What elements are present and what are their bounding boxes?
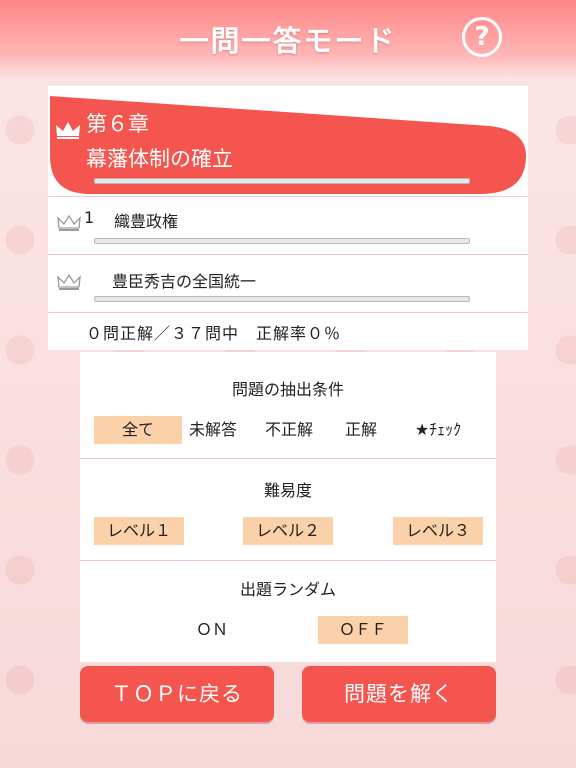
- random-off-button[interactable]: ＯＦＦ: [318, 616, 408, 644]
- filter-heading: 問題の抽出条件: [231, 380, 344, 399]
- chapter-progress-bar: [94, 178, 470, 184]
- filter-incorrect[interactable]: 不正解: [258, 416, 320, 444]
- divider: [48, 254, 528, 255]
- filter-correct[interactable]: 正解: [336, 416, 386, 444]
- subsection-progress-bar: [94, 296, 470, 302]
- crown-icon: [57, 273, 81, 290]
- back-to-top-button[interactable]: ＴＯＰに戻る: [80, 666, 274, 722]
- help-icon[interactable]: ?: [462, 17, 502, 57]
- filter-check[interactable]: ★ﾁｪｯｸ: [402, 416, 474, 444]
- crown-icon: [57, 214, 81, 231]
- section-title[interactable]: 織豊政権: [114, 208, 178, 232]
- divider: [48, 196, 528, 197]
- section-number: 1: [84, 208, 95, 227]
- chapter-title: 幕藩体制の確立: [86, 147, 233, 171]
- filter-all[interactable]: 全て: [94, 416, 182, 444]
- stats-text: ０問正解／３７問中 正解率０％: [86, 324, 342, 343]
- divider: [48, 312, 528, 313]
- crown-icon: [56, 122, 80, 139]
- level1-button[interactable]: レベル１: [94, 517, 184, 545]
- divider: [80, 458, 496, 459]
- level2-button[interactable]: レベル２: [243, 517, 333, 545]
- solve-questions-button[interactable]: 問題を解く: [302, 666, 496, 722]
- random-heading: 出題ランダム: [239, 580, 336, 599]
- random-on-button[interactable]: ＯＮ: [182, 616, 242, 644]
- filter-unanswered[interactable]: 未解答: [184, 416, 242, 444]
- level3-button[interactable]: レベル３: [393, 517, 483, 545]
- subsection-title[interactable]: 豊臣秀吉の全国統一: [112, 268, 256, 292]
- difficulty-heading: 難易度: [263, 481, 312, 500]
- section-progress-bar: [94, 238, 470, 244]
- divider: [80, 560, 496, 561]
- chapter-number: 第６章: [86, 112, 149, 136]
